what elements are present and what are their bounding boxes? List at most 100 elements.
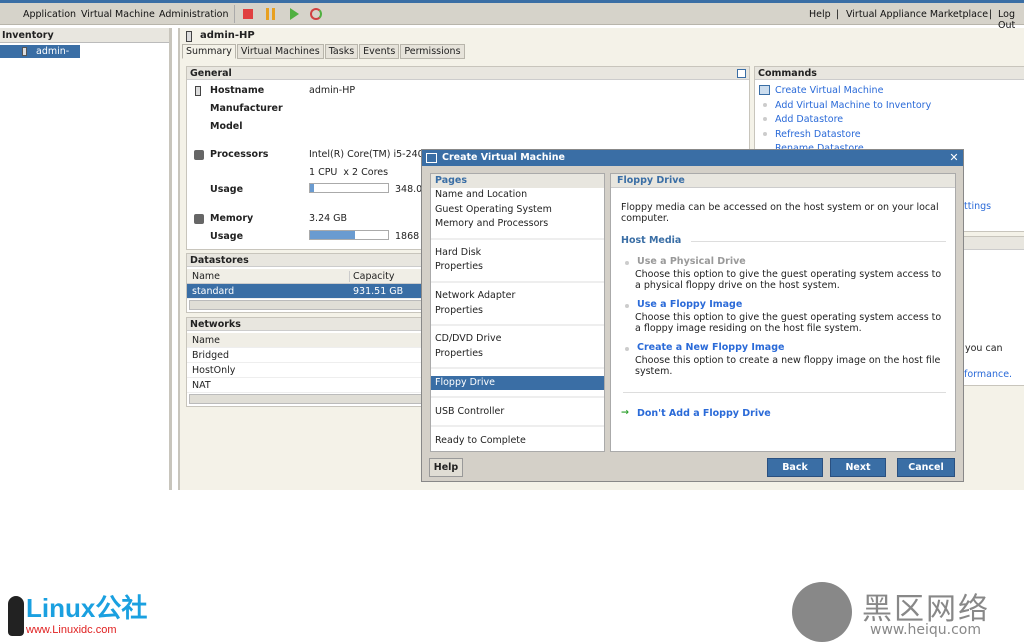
option-description: Choose this option to give the guest ope…	[635, 269, 942, 291]
general-title: General	[187, 67, 749, 80]
stop-icon[interactable]	[243, 9, 253, 19]
refresh-datastore-link[interactable]: Refresh Datastore	[775, 129, 861, 140]
divider	[431, 367, 604, 369]
cpu-cores-value: 1 CPU x 2 Cores	[309, 167, 389, 178]
cpu-usage-bar	[309, 183, 389, 193]
inventory-item-host[interactable]: admin-HP	[0, 45, 80, 70]
create-vm-link[interactable]: Create Virtual Machine	[775, 85, 883, 96]
bullet-icon	[625, 304, 629, 308]
inventory-item-label: admin-HP	[36, 46, 70, 70]
option-floppy-image[interactable]: Use a Floppy Image	[637, 299, 742, 310]
tab-events[interactable]: Events	[359, 44, 400, 59]
memory-usage-bar	[309, 230, 389, 240]
bullet-icon	[625, 261, 629, 265]
divider	[431, 238, 604, 240]
back-button[interactable]: Back	[767, 458, 823, 477]
inventory-title: Inventory	[0, 28, 169, 43]
linuxidc-url: www.Linuxidc.com	[26, 624, 117, 636]
page-network-adapter[interactable]: Network Adapter	[431, 289, 604, 303]
cancel-button[interactable]: Cancel	[897, 458, 955, 477]
network-name: Bridged	[192, 350, 229, 361]
page-floppy-drive[interactable]: Floppy Drive	[431, 376, 604, 390]
separator: |	[989, 9, 993, 20]
play-icon[interactable]	[290, 8, 299, 20]
page-guest-os[interactable]: Guest Operating System	[431, 203, 604, 217]
separator: |	[836, 9, 840, 20]
help-link[interactable]: Help	[809, 9, 831, 20]
intro-text: Floppy media can be accessed on the host…	[621, 202, 939, 224]
option-description: Choose this option to create a new flopp…	[635, 355, 941, 377]
collapse-icon[interactable]	[737, 69, 746, 78]
processors-label: Processors	[210, 149, 269, 160]
menu-virtual-machine[interactable]: Virtual Machine	[81, 9, 155, 20]
dialog-title-bar[interactable]: Create Virtual Machine ✕	[422, 150, 963, 166]
column-name[interactable]: Name	[192, 271, 220, 282]
network-name: HostOnly	[192, 365, 236, 376]
floppy-drive-panel: Floppy Drive Floppy media can be accesse…	[610, 173, 956, 452]
add-vm-inventory-link[interactable]: Add Virtual Machine to Inventory	[775, 100, 931, 111]
memory-value: 3.24 GB	[309, 213, 348, 224]
page-hard-disk[interactable]: Hard Disk	[431, 246, 604, 260]
page-network-properties[interactable]: Properties	[431, 304, 604, 318]
tab-permissions[interactable]: Permissions	[400, 44, 465, 59]
host-media-heading: Host Media	[621, 235, 682, 246]
dialog-title: Create Virtual Machine	[442, 152, 565, 163]
next-button[interactable]: Next	[830, 458, 886, 477]
tab-summary[interactable]: Summary	[182, 44, 236, 59]
heiqu-watermark: 黑区网络 www.heiqu.com	[792, 580, 1024, 642]
divider	[431, 324, 604, 326]
tab-tasks[interactable]: Tasks	[324, 44, 359, 59]
datastore-capacity: 931.51 GB	[353, 286, 404, 297]
bullet-icon	[763, 117, 767, 121]
page-ready-to-complete[interactable]: Ready to Complete	[431, 434, 604, 448]
server-icon	[22, 47, 27, 56]
pause-icon[interactable]	[266, 8, 275, 20]
page-memory-processors[interactable]: Memory and Processors	[431, 217, 604, 231]
menu-administration[interactable]: Administration	[159, 9, 229, 20]
option-new-floppy-image[interactable]: Create a New Floppy Image	[637, 342, 784, 353]
column-name[interactable]: Name	[192, 335, 220, 346]
help-button[interactable]: Help	[429, 458, 463, 477]
text-fragment: you can	[965, 343, 1003, 354]
performance-link-fragment[interactable]: formance.	[964, 369, 1012, 380]
bullet-icon	[763, 103, 767, 107]
page-usb-controller[interactable]: USB Controller	[431, 405, 604, 419]
menu-application[interactable]: Application	[23, 9, 76, 20]
inventory-panel: Inventory admin-HP	[0, 28, 172, 490]
page-cd-dvd-properties[interactable]: Properties	[431, 347, 604, 361]
commands-title: Commands	[755, 67, 1024, 80]
settings-link-fragment[interactable]: ttings	[964, 201, 991, 212]
linuxidc-watermark: Linux公社 www.Linuxidc.com	[4, 594, 184, 640]
tab-virtual-machines[interactable]: Virtual Machines	[236, 44, 324, 59]
hostname-value: admin-HP	[309, 85, 356, 96]
linuxidc-logo-text: Linux公社	[26, 593, 148, 623]
pages-list: Pages Name and Location Guest Operating …	[430, 173, 605, 452]
manufacturer-label: Manufacturer	[210, 103, 283, 114]
dont-add-floppy-link[interactable]: Don't Add a Floppy Drive	[637, 408, 771, 419]
network-name: NAT	[192, 380, 211, 391]
page-cd-dvd-drive[interactable]: CD/DVD Drive	[431, 332, 604, 346]
marketplace-link[interactable]: Virtual Appliance Marketplace	[846, 9, 988, 20]
page-hard-disk-properties[interactable]: Properties	[431, 260, 604, 274]
page-name-location[interactable]: Name and Location	[431, 188, 604, 202]
memory-icon	[194, 214, 204, 224]
bullet-icon	[625, 347, 629, 351]
divider	[691, 241, 946, 242]
pages-title: Pages	[431, 174, 604, 188]
hostname-label: Hostname	[210, 85, 265, 96]
penguin-logo	[8, 596, 24, 636]
cpu-usage-label: Usage	[210, 184, 244, 195]
datastore-name: standard	[192, 286, 235, 297]
model-label: Model	[210, 121, 243, 132]
section-title: Floppy Drive	[611, 174, 955, 188]
option-description: Choose this option to give the guest ope…	[635, 312, 942, 334]
close-icon[interactable]: ✕	[948, 152, 960, 164]
divider	[431, 281, 604, 283]
add-datastore-link[interactable]: Add Datastore	[775, 114, 843, 125]
arrow-right-icon: →	[621, 407, 629, 418]
memory-label: Memory	[210, 213, 254, 224]
divider	[623, 392, 946, 393]
vm-icon	[426, 153, 437, 163]
restart-icon[interactable]	[310, 8, 322, 20]
column-capacity[interactable]: Capacity	[349, 271, 395, 282]
